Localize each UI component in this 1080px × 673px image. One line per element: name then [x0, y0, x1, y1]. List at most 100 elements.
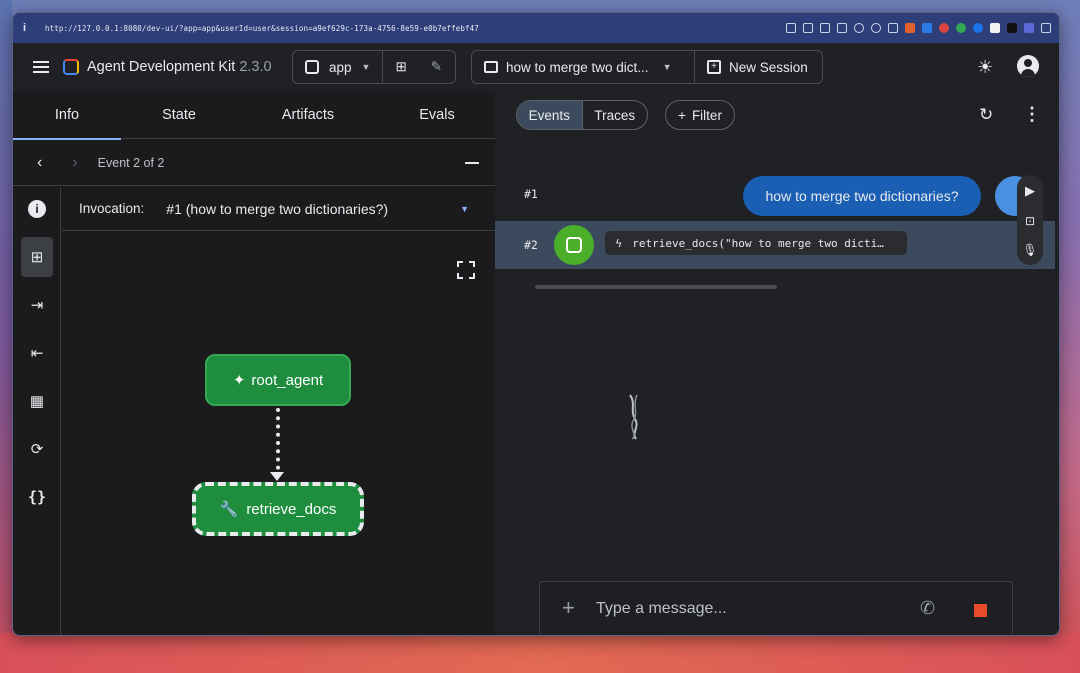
app-selector-group: app ▼ ⊞ ✎ [292, 50, 456, 84]
event-row-selected[interactable]: #2 ϟ retrieve_docs("how to merge two dic… [495, 221, 1055, 269]
graph-icon[interactable]: ⊞ [21, 237, 53, 277]
new-session-button[interactable]: + New Session [695, 51, 820, 83]
tab-state[interactable]: State [121, 91, 237, 139]
chat-icon [484, 61, 498, 73]
extension-red-icon[interactable] [939, 23, 949, 33]
add-attachment-icon[interactable]: + [562, 595, 575, 621]
graph-edge [276, 408, 280, 478]
pencil-icon: ✎ [430, 59, 443, 74]
globe-icon[interactable] [854, 23, 864, 33]
invocation-label: Invocation: [79, 201, 145, 216]
graph-view-button[interactable]: ⊞ [383, 51, 418, 83]
agent-icon [305, 60, 319, 74]
info-icon[interactable]: i [25, 197, 49, 221]
app-header: Agent Development Kit 2.3.0 app ▼ ⊞ ✎ ho… [13, 43, 1059, 91]
tree-icon: ⊞ [395, 59, 407, 74]
session-selector[interactable]: how to merge two dict... ▼ [472, 51, 694, 83]
function-call-text: retrieve_docs("how to merge two dicti… [632, 236, 884, 250]
site-info-icon[interactable]: i [23, 22, 39, 34]
extension-circle-icon[interactable] [973, 23, 983, 33]
right-panel: Events Traces + Filter ↻ ⋮ #1 how to mer… [495, 91, 1059, 635]
link-icon[interactable] [786, 23, 796, 33]
extension-orange-icon[interactable] [905, 23, 915, 33]
edit-button[interactable]: ✎ [419, 51, 454, 83]
message-composer: + ✆ [539, 581, 1013, 635]
chevron-down-icon: ▼ [361, 62, 371, 72]
output-icon[interactable]: ⇤ [25, 341, 49, 365]
more-vert-icon[interactable]: ⋮ [1023, 104, 1041, 125]
play-icon[interactable]: ▶ [1025, 183, 1035, 199]
message-input[interactable] [596, 596, 896, 622]
chevron-down-icon: ▼ [662, 62, 672, 72]
event-counter: Event 2 of 2 [97, 155, 165, 170]
user-message-bubble[interactable]: how to merge two dictionaries? [743, 176, 981, 216]
session-title: how to merge two dict... [506, 59, 649, 75]
function-call-chip[interactable]: ϟ retrieve_docs("how to merge two dicti… [605, 231, 907, 255]
sync-check-icon[interactable]: ⟳ [25, 437, 49, 461]
bookmark-add-icon[interactable]: ⊡ [1025, 214, 1035, 228]
stop-icon[interactable] [974, 604, 987, 617]
tab-evals[interactable]: Evals [379, 91, 495, 139]
menu-icon[interactable] [33, 61, 49, 73]
invocation-value: #1 (how to merge two dictionaries?) [166, 200, 389, 217]
event-navigation: ‹ › Event 2 of 2 [13, 140, 495, 186]
tool-node-label: retrieve_docs [246, 500, 337, 518]
tab-artifacts[interactable]: Artifacts [237, 91, 379, 139]
tab-info[interactable]: Info [13, 91, 121, 140]
loading-bar [535, 285, 777, 289]
input-icon[interactable]: ⇥ [25, 293, 49, 317]
extension-blue-icon[interactable] [922, 23, 932, 33]
url-text[interactable]: http://127.0.0.1:8080/dev-ui/?app=app&us… [45, 24, 479, 33]
theme-toggle-icon[interactable]: ☀ [977, 57, 993, 78]
add-box-icon: + [707, 60, 721, 74]
graph-node-retrieve-docs[interactable]: 🔧 retrieve_docs [192, 482, 364, 536]
browser-extensions [786, 23, 1051, 33]
side-rail: i ⊞ ⇥ ⇤ ▦ ⟳ {} [13, 187, 61, 635]
json-icon[interactable]: {} [25, 485, 49, 509]
plus-icon: + [678, 107, 686, 123]
agent-avatar [554, 225, 594, 265]
bolt-icon: ϟ [615, 236, 623, 250]
toggle-traces[interactable]: Traces [583, 101, 648, 129]
browser-window: i http://127.0.0.1:8080/dev-ui/?app=app&… [12, 12, 1060, 636]
graph-node-root-agent[interactable]: ✦ root_agent [205, 354, 351, 406]
browser-address-bar[interactable]: i http://127.0.0.1:8080/dev-ui/?app=app&… [13, 13, 1059, 43]
mail-icon[interactable] [837, 23, 847, 33]
puzzle-icon[interactable] [1024, 23, 1034, 33]
crosshair-icon[interactable] [871, 23, 881, 33]
collapse-icon[interactable] [465, 162, 479, 164]
event-number: #1 [524, 187, 538, 201]
refresh-icon[interactable]: ↻ [979, 105, 993, 125]
app-title: Agent Development Kit 2.3.0 [87, 59, 272, 75]
analytics-icon[interactable]: ▦ [25, 389, 49, 413]
grammarly-icon[interactable] [956, 23, 966, 33]
app-version: 2.3.0 [239, 59, 272, 75]
sidebar-toggle-icon[interactable] [1041, 23, 1051, 33]
invocation-selector[interactable]: Invocation: #1 (how to merge two diction… [62, 187, 495, 231]
toggle-events[interactable]: Events [517, 101, 583, 129]
sparkle-icon: ✦ [232, 372, 246, 389]
desktop-wallpaper [0, 0, 12, 673]
chevron-left-icon[interactable]: ‹ [37, 154, 42, 172]
chevron-right-icon[interactable]: › [72, 154, 77, 172]
desktop-wallpaper-bottom [0, 633, 1080, 673]
wrench-icon: 🔧 [219, 501, 239, 518]
app-selector-value: app [329, 59, 352, 75]
event-row[interactable]: #1 how to merge two dictionaries? [495, 163, 1059, 219]
new-session-label: New Session [729, 59, 808, 75]
filter-label: Filter [691, 107, 722, 123]
filter-button[interactable]: + Filter [665, 100, 735, 130]
floating-toolbar: ▶ ⊡ 🎙 [1017, 175, 1043, 265]
screenshot-icon[interactable] [803, 23, 813, 33]
mic-icon[interactable]: 🎙 [1022, 243, 1037, 257]
adk-logo [63, 59, 79, 75]
code-icon[interactable] [888, 23, 898, 33]
extension-white-icon[interactable] [990, 23, 1000, 33]
phone-icon[interactable]: ✆ [920, 598, 935, 619]
root-node-label: root_agent [251, 371, 324, 389]
account-icon[interactable] [1017, 55, 1039, 77]
extension-m-icon[interactable] [1007, 23, 1017, 33]
event-number: #2 [524, 238, 538, 252]
camera-icon[interactable] [820, 23, 830, 33]
app-selector[interactable]: app ▼ [293, 51, 382, 83]
